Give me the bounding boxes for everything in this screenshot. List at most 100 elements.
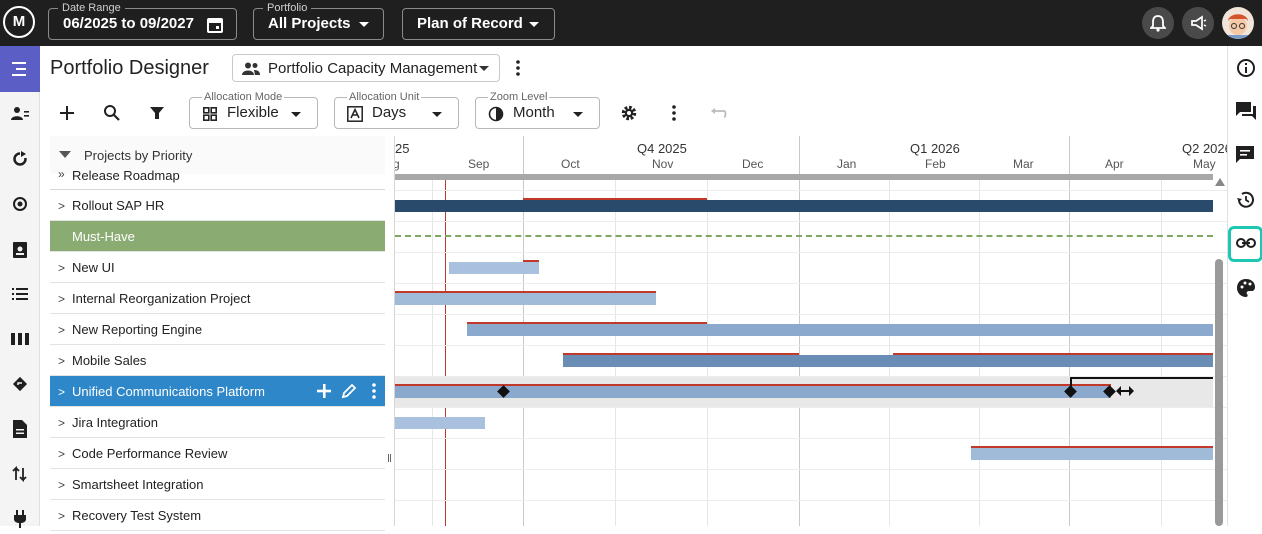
list-item-selected[interactable]: > Unified Communications Platform: [50, 376, 385, 407]
month-label: Feb: [925, 157, 946, 171]
undo-button[interactable]: [707, 101, 731, 125]
month-label: Oct: [561, 157, 580, 171]
list-item[interactable]: > Jira Integration: [50, 407, 385, 438]
clipboard-icon: [13, 242, 27, 258]
megaphone-icon: [1191, 15, 1207, 31]
month-gridline: [615, 174, 616, 526]
settings-button[interactable]: [617, 101, 641, 125]
quarter-label: Q2 2026: [1182, 141, 1227, 156]
dependency-line: [1070, 377, 1213, 391]
row-more-button[interactable]: [364, 381, 384, 401]
columns-icon: [11, 333, 29, 345]
list-item-label: Jira Integration: [72, 415, 158, 430]
list-item[interactable]: > New UI: [50, 252, 385, 283]
filter-button[interactable]: [145, 101, 169, 125]
gantt-bar[interactable]: [395, 417, 485, 429]
gantt-bar[interactable]: [449, 262, 539, 274]
rail-info[interactable]: [1231, 53, 1261, 83]
document-icon: [13, 420, 27, 438]
list-item-label: Mobile Sales: [72, 353, 147, 368]
more-options-button[interactable]: [509, 58, 527, 78]
quarter-label: Q4 2025: [637, 141, 687, 156]
list-item-partial[interactable]: » Release Roadmap: [50, 169, 385, 190]
toolbar-more-button[interactable]: [662, 101, 686, 125]
rail-menu[interactable]: [0, 46, 40, 92]
gantt-bar[interactable]: [395, 200, 1213, 212]
allocation-unit-select[interactable]: Allocation Unit Days: [334, 90, 459, 129]
gantt-bar[interactable]: [971, 448, 1213, 460]
text-format-icon: [347, 106, 363, 122]
chevron-right-icon: >: [58, 354, 66, 368]
rail-feedback[interactable]: [1231, 140, 1261, 170]
grid-icon: [203, 107, 217, 121]
info-icon: [1237, 59, 1255, 77]
notifications-button[interactable]: [1142, 7, 1174, 39]
sort-icon: [12, 466, 27, 482]
vertical-scrollbar[interactable]: [1215, 259, 1223, 526]
list-item[interactable]: > Recovery Test System: [50, 500, 385, 531]
announcements-button[interactable]: [1182, 7, 1214, 39]
gear-icon: [621, 105, 637, 121]
portfolio-select[interactable]: Portfolio All Projects: [253, 1, 384, 40]
month-gridline: [707, 174, 708, 526]
gantt-bar[interactable]: [467, 324, 1213, 336]
rail-refresh[interactable]: [0, 144, 40, 174]
allocation-mode-label: Allocation Mode: [202, 90, 285, 104]
list-item-label: Smartsheet Integration: [72, 477, 204, 492]
row-edit-button[interactable]: [339, 381, 359, 401]
month-label: Jan: [837, 157, 857, 171]
rail-history[interactable]: [1231, 185, 1261, 215]
list-item-label: Unified Communications Platform: [72, 384, 265, 399]
list-item[interactable]: > Code Performance Review: [50, 438, 385, 469]
rail-comments[interactable]: [1231, 96, 1261, 126]
pane-splitter[interactable]: [385, 136, 395, 526]
rail-link[interactable]: [1228, 226, 1262, 262]
avatar[interactable]: [1222, 7, 1254, 39]
view-select[interactable]: Portfolio Capacity Management: [232, 54, 500, 82]
scroll-up-icon[interactable]: [1215, 178, 1225, 186]
row-add-button[interactable]: [314, 381, 334, 401]
rail-clipboard[interactable]: [0, 234, 40, 264]
gantt-bar[interactable]: [395, 293, 656, 305]
rail-target[interactable]: [0, 189, 40, 219]
rail-resources[interactable]: [0, 99, 40, 129]
rail-list[interactable]: [0, 279, 40, 309]
row-divider: [395, 252, 1227, 253]
plan-select[interactable]: Plan of Record: [402, 8, 555, 40]
list-item[interactable]: > Internal Reorganization Project: [50, 283, 385, 314]
allocation-mode-select[interactable]: Allocation Mode Flexible: [189, 90, 318, 129]
allocation-unit-value: Days: [372, 104, 407, 121]
gantt-bar[interactable]: [563, 355, 1213, 367]
more-vertical-icon: [672, 105, 676, 121]
date-range-picker[interactable]: Date Range 06/2025 to 09/2027: [48, 1, 237, 40]
add-button[interactable]: [55, 101, 79, 125]
rail-sort[interactable]: [0, 459, 40, 489]
list-item[interactable]: > Mobile Sales: [50, 345, 385, 376]
target-icon: [13, 197, 27, 211]
rail-palette[interactable]: [1231, 273, 1261, 303]
contrast-icon: [488, 106, 504, 122]
month-label: g: [395, 157, 400, 171]
month-gridline: [432, 174, 433, 526]
row-divider: [395, 221, 1227, 222]
search-button[interactable]: [100, 101, 124, 125]
double-chevron-icon: »: [58, 169, 65, 181]
link-icon: [1236, 238, 1256, 248]
palette-icon: [1237, 279, 1255, 297]
plan-value: Plan of Record: [417, 15, 523, 32]
app-logo[interactable]: M: [3, 6, 35, 38]
group-row[interactable]: Must-Have: [50, 221, 385, 252]
collapse-triangle-icon[interactable]: [59, 151, 71, 159]
rail-document[interactable]: [0, 414, 40, 444]
chevron-right-icon: >: [58, 478, 66, 492]
resize-arrows-icon[interactable]: [1116, 386, 1134, 396]
list-item[interactable]: > Smartsheet Integration: [50, 469, 385, 500]
rail-plug[interactable]: [0, 504, 40, 534]
rail-roadmap[interactable]: [0, 369, 40, 399]
list-item[interactable]: > Rollout SAP HR: [50, 190, 385, 221]
rail-columns[interactable]: [0, 324, 40, 354]
page-title: Portfolio Designer: [50, 57, 209, 79]
row-divider: [395, 469, 1227, 470]
zoom-level-select[interactable]: Zoom Level Month: [475, 90, 600, 129]
list-item[interactable]: > New Reporting Engine: [50, 314, 385, 345]
